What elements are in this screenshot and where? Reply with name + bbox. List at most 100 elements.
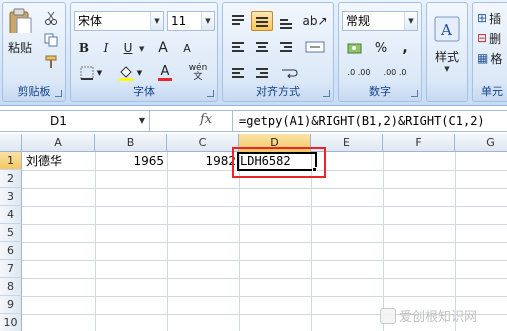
paste-button[interactable]: 粘贴 bbox=[5, 7, 35, 57]
font-color-button[interactable]: A bbox=[149, 63, 181, 83]
align-right-button[interactable] bbox=[275, 37, 297, 57]
number-launcher-icon[interactable] bbox=[411, 90, 418, 97]
chevron-down-icon: ▼ bbox=[404, 12, 417, 30]
currency-button[interactable] bbox=[343, 39, 369, 57]
column-header-b[interactable]: B bbox=[95, 134, 167, 152]
watermark-logo-icon bbox=[380, 307, 396, 324]
chevron-down-icon: ▼ bbox=[136, 69, 143, 77]
row-header[interactable]: 6 bbox=[0, 242, 22, 260]
paste-label: 粘贴 bbox=[7, 41, 32, 55]
font-launcher-icon[interactable] bbox=[207, 90, 214, 97]
align-middle-icon bbox=[256, 17, 268, 29]
alignment-launcher-icon[interactable] bbox=[323, 90, 330, 97]
insert-function-icon[interactable]: fx bbox=[200, 112, 212, 127]
font-name-select[interactable]: 宋体 ▼ bbox=[74, 11, 164, 31]
cell-b1[interactable]: 1965 bbox=[95, 152, 167, 170]
row-header[interactable]: 5 bbox=[0, 224, 22, 242]
cells-group: ⊞ 插 ⊟ 删 ▦ 格 单元 bbox=[472, 2, 507, 102]
cut-button[interactable] bbox=[41, 9, 61, 27]
align-left-button[interactable] bbox=[227, 37, 249, 57]
increase-indent-button[interactable] bbox=[251, 63, 273, 83]
font-size-value: 11 bbox=[171, 14, 187, 28]
align-middle-button[interactable] bbox=[251, 11, 273, 31]
paint-bucket-icon bbox=[118, 66, 133, 81]
align-center-icon bbox=[256, 42, 268, 54]
font-color-label: A bbox=[160, 64, 170, 79]
styles-group: A 样式 ▼ bbox=[426, 2, 468, 102]
wrap-text-button[interactable] bbox=[275, 63, 303, 83]
italic-button[interactable]: I bbox=[97, 39, 115, 57]
orientation-button[interactable]: ab↗ bbox=[301, 11, 329, 31]
select-all-corner[interactable] bbox=[0, 134, 22, 152]
row-header[interactable]: 10 bbox=[0, 314, 22, 331]
number-format-select[interactable]: 常规 ▼ bbox=[342, 11, 418, 31]
cell-c1[interactable]: 1982 bbox=[167, 152, 239, 170]
column-header-c[interactable]: C bbox=[167, 134, 239, 152]
decrease-indent-icon bbox=[232, 68, 244, 80]
phonetic-button[interactable]: wén 文 bbox=[183, 63, 213, 83]
font-group-label: 字体 bbox=[133, 85, 155, 98]
copy-button[interactable] bbox=[41, 31, 61, 49]
grow-font-button[interactable]: A bbox=[153, 39, 173, 57]
delete-label: 删 bbox=[489, 31, 502, 46]
row-header[interactable]: 9 bbox=[0, 296, 22, 314]
decrease-indent-button[interactable] bbox=[227, 63, 249, 83]
cells-group-label: 单元 bbox=[481, 85, 503, 98]
gridline bbox=[455, 152, 456, 331]
name-box[interactable]: D1 ▼ bbox=[0, 111, 150, 131]
align-right-icon bbox=[280, 42, 292, 54]
font-size-select[interactable]: 11 ▼ bbox=[167, 11, 215, 31]
delete-button[interactable]: ⊟ 删 bbox=[476, 29, 507, 47]
fill-color-button[interactable]: ▼ bbox=[113, 63, 147, 83]
clipboard-group: 粘贴 剪贴板 bbox=[2, 2, 66, 102]
formula-input[interactable]: =getpy(A1)&RIGHT(B1,2)&RIGHT(C1,2) bbox=[232, 111, 507, 131]
cell-a1[interactable]: 刘德华 bbox=[26, 152, 95, 170]
clipboard-launcher-icon[interactable] bbox=[55, 90, 62, 97]
column-header-a[interactable]: A bbox=[22, 134, 95, 152]
row-header[interactable]: 7 bbox=[0, 260, 22, 278]
comma-button[interactable]: , bbox=[395, 39, 415, 57]
insert-label: 插 bbox=[489, 11, 502, 26]
styles-label: 样式 bbox=[434, 49, 459, 64]
increase-decimal-button[interactable]: .0 .00 bbox=[343, 63, 375, 83]
align-top-button[interactable] bbox=[227, 11, 249, 31]
formula-bar: D1 ▼ fx =getpy(A1)&RIGHT(B1,2)&RIGHT(C1,… bbox=[0, 110, 507, 132]
alignment-group-label: 对齐方式 bbox=[256, 85, 300, 98]
row-header[interactable]: 3 bbox=[0, 188, 22, 206]
percent-button[interactable]: % bbox=[371, 39, 391, 57]
underline-button[interactable]: U bbox=[119, 39, 137, 57]
paste-icon bbox=[9, 8, 32, 33]
format-icon: ▦ bbox=[477, 51, 489, 65]
borders-button[interactable]: ▼ bbox=[75, 63, 107, 83]
chevron-down-icon: ▼ bbox=[201, 12, 214, 30]
decrease-decimal-button[interactable]: .00 .0 bbox=[379, 63, 411, 83]
row-header[interactable]: 2 bbox=[0, 170, 22, 188]
chevron-down-icon[interactable]: ▼ bbox=[139, 45, 144, 53]
number-group: 常规 ▼ % , .0 .00 .00 .0 数字 bbox=[338, 2, 422, 102]
chevron-down-icon[interactable]: ▼ bbox=[139, 111, 145, 131]
format-button[interactable]: ▦ 格 bbox=[476, 49, 507, 67]
row-header[interactable]: 4 bbox=[0, 206, 22, 224]
borders-icon bbox=[80, 66, 94, 80]
column-header-f[interactable]: F bbox=[383, 134, 455, 152]
shrink-font-button[interactable]: A bbox=[177, 39, 197, 57]
alignment-group: ab↗ 对齐方式 bbox=[222, 2, 334, 102]
styles-button[interactable]: A 样式 ▼ bbox=[430, 9, 464, 79]
row-header[interactable]: 8 bbox=[0, 278, 22, 296]
align-top-icon bbox=[232, 15, 244, 27]
chevron-down-icon: ▼ bbox=[96, 69, 103, 77]
gridline bbox=[383, 152, 384, 331]
insert-button[interactable]: ⊞ 插 bbox=[476, 9, 507, 27]
watermark-text: 爱创根知识网 bbox=[399, 310, 478, 325]
align-left-icon bbox=[232, 42, 244, 54]
format-painter-button[interactable] bbox=[41, 53, 61, 71]
gridline bbox=[311, 152, 312, 331]
insert-icon: ⊞ bbox=[477, 11, 488, 25]
bold-button[interactable]: B bbox=[75, 39, 93, 57]
align-bottom-button[interactable] bbox=[275, 11, 297, 31]
row-header[interactable]: 1 bbox=[0, 152, 22, 170]
styles-icon: A bbox=[434, 16, 460, 41]
merge-center-button[interactable] bbox=[301, 37, 329, 57]
align-center-button[interactable] bbox=[251, 37, 273, 57]
column-header-g[interactable]: G bbox=[455, 134, 507, 152]
